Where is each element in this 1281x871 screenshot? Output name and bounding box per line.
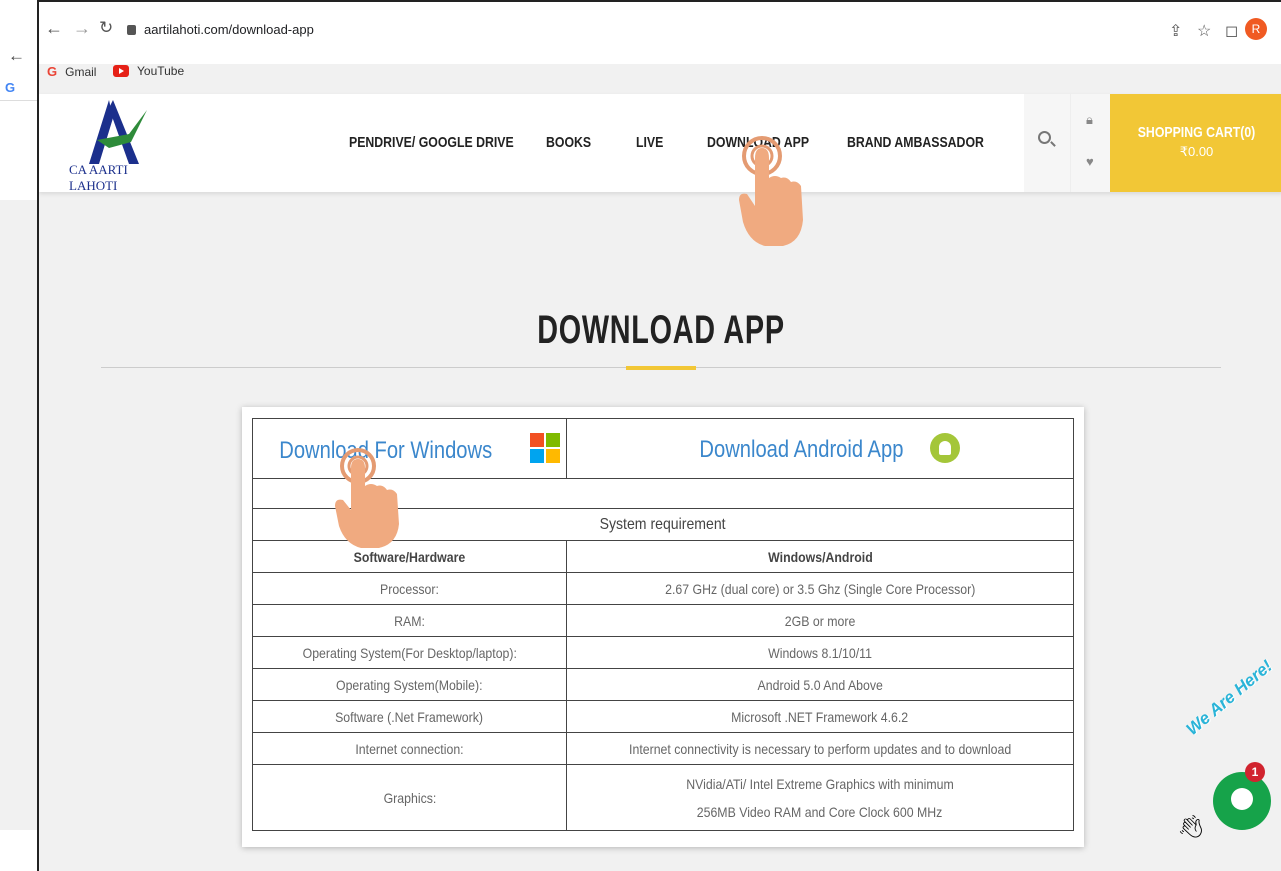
address-bar[interactable]: aartilahoti.com/download-app (127, 22, 314, 37)
background-area (0, 200, 37, 830)
browser-toolbar: ← → ↻ aartilahoti.com/download-app ⇪ ☆ ◻… (39, 2, 1281, 79)
shopping-cart-button[interactable]: SHOPPING CART(0) ₹0.00 (1110, 94, 1281, 192)
row-value: Internet connectivity is necessary to pe… (628, 740, 1012, 757)
login-lock-icon[interactable]: 🔒︎ (1086, 112, 1093, 128)
table-row: Internet connection: Internet connectivit… (252, 732, 1074, 765)
profile-avatar[interactable]: R (1245, 18, 1267, 40)
side-panel-icon[interactable]: ◻ (1225, 21, 1238, 41)
row-value: Android 5.0 And Above (757, 676, 883, 693)
row-value: 2GB or more (784, 612, 856, 629)
download-windows-link[interactable]: Download For Windows (252, 418, 567, 479)
row-label: Software (.Net Framework) (335, 708, 484, 725)
row-label: Operating System(For Desktop/laptop): (302, 644, 517, 661)
back-arrow-icon[interactable]: ← (8, 46, 25, 66)
site-header: CA AARTI LAHOTI PENDRIVE/ GOOGLE DRIVE B… (39, 94, 1281, 193)
wave-hand-icon: 👋︎ (1177, 814, 1205, 839)
row-label: Internet connection: (355, 740, 464, 757)
pointer-hand-icon (335, 448, 399, 548)
browser-window: ← → ↻ aartilahoti.com/download-app ⇪ ☆ ◻… (37, 0, 1281, 871)
row-label: RAM: (394, 612, 425, 629)
account-icons: 🔒︎ ♥ (1070, 94, 1110, 192)
nav-books[interactable]: BOOKS (546, 134, 591, 151)
download-android-link[interactable]: Download Android App (566, 418, 1074, 479)
nav-pendrive[interactable]: PENDRIVE/ GOOGLE DRIVE (349, 134, 514, 151)
row-label: Operating System(Mobile): (336, 676, 483, 693)
share-icon[interactable]: ⇪ (1169, 21, 1182, 41)
bookmark-gmail[interactable]: G Gmail (47, 64, 96, 79)
cart-price: ₹0.00 (1179, 144, 1214, 159)
gmail-icon: G (47, 64, 58, 79)
table-row: Processor: 2.67 GHz (dual core) or 3.5 Gh… (252, 572, 1074, 605)
table-row: Operating System(For Desktop/laptop): Win… (252, 636, 1074, 669)
header-software: Software/Hardware (252, 540, 567, 573)
lock-icon (127, 25, 136, 35)
wishlist-heart-icon[interactable]: ♥ (1086, 154, 1094, 169)
nav-live[interactable]: LIVE (636, 134, 663, 151)
forward-icon[interactable]: → (73, 18, 91, 39)
reload-icon[interactable]: ↻ (99, 18, 113, 38)
chat-badge: 1 (1245, 762, 1265, 782)
row-label: Graphics: (383, 789, 436, 806)
row-value: Microsoft .NET Framework 4.6.2 (731, 708, 909, 725)
header-label: Windows/Android (767, 548, 873, 565)
site-logo[interactable]: CA AARTI LAHOTI (69, 98, 179, 193)
url-text: aartilahoti.com/download-app (144, 22, 314, 37)
search-button[interactable] (1024, 94, 1070, 192)
pointer-hand-icon (739, 136, 803, 246)
table-row: Software (.Net Framework) Microsoft .NET … (252, 700, 1074, 733)
search-icon (1038, 131, 1051, 144)
header-platform: Windows/Android (566, 540, 1074, 573)
page-title: DOWNLOAD APP (537, 308, 785, 352)
star-icon[interactable]: ☆ (1197, 21, 1211, 41)
cart-title: SHOPPING CART(0) (1137, 124, 1256, 141)
bookmark-label: Gmail (65, 64, 97, 79)
windows-icon (529, 432, 560, 463)
logo-text: CA AARTI LAHOTI (69, 162, 128, 193)
title-accent (626, 366, 696, 370)
download-android-label: Download Android App (699, 436, 904, 463)
row-value: Windows 8.1/10/11 (768, 644, 872, 661)
row-value: NVidia/ATi/ Intel Extreme Graphics with … (686, 775, 954, 792)
chat-button[interactable] (1213, 772, 1271, 830)
nav-brand-ambassador[interactable]: BRAND AMBASSADOR (847, 134, 984, 151)
row-value: 256MB Video RAM and Core Clock 600 MHz (697, 803, 943, 820)
row-label: Processor: (380, 580, 439, 597)
row-value: 2.67 GHz (dual core) or 3.5 Ghz (Single … (664, 580, 976, 597)
page: ← G ← → ↻ aartilahoti.com/download-app ⇪… (0, 0, 1281, 871)
we-are-here-label: We Are Here! (1182, 656, 1276, 739)
bookmark-label: YouTube (137, 64, 185, 78)
logo-mark-icon (89, 100, 147, 164)
google-icon: G (5, 80, 16, 95)
youtube-icon (113, 65, 129, 77)
bookmarks-bar: G Gmail YouTube (39, 64, 1281, 86)
table-row: RAM: 2GB or more (252, 604, 1074, 637)
back-icon[interactable]: ← (45, 18, 63, 39)
sys-req-label: System requirement (599, 515, 726, 533)
android-icon (929, 433, 960, 463)
table-row: Operating System(Mobile): Android 5.0 And… (252, 668, 1074, 701)
table-row: Graphics: NVidia/ATi/ Intel Extreme Grap… (252, 764, 1074, 831)
divider (0, 100, 40, 101)
bookmark-youtube[interactable]: YouTube (113, 64, 184, 78)
